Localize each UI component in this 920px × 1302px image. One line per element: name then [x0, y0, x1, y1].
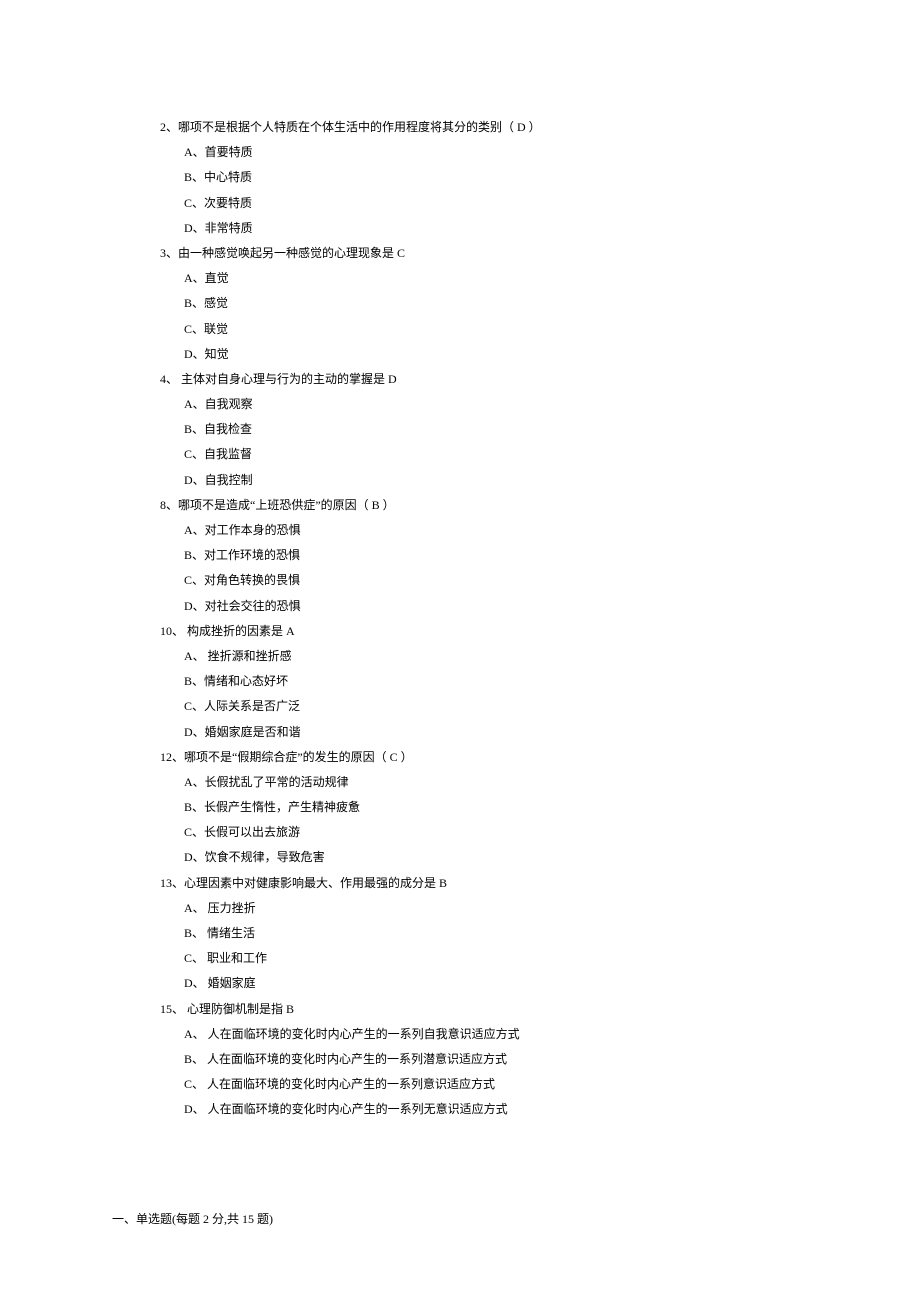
- q-num: 12: [160, 750, 172, 764]
- question-text: 15、 心理防御机制是指 B: [160, 1000, 820, 1019]
- question-10: 10、 构成挫折的因素是 A A、 挫折源和挫折感 B、情绪和心态好坏 C、人际…: [160, 622, 820, 742]
- option: C、对角色转换的畏惧: [160, 571, 820, 590]
- option: B、感觉: [160, 294, 820, 313]
- option: A、 人在面临环境的变化时内心产生的一系列自我意识适应方式: [160, 1025, 820, 1044]
- q-num: 15: [160, 1002, 172, 1016]
- question-text: 4、 主体对自身心理与行为的主动的掌握是 D: [160, 370, 820, 389]
- question-text: 12、哪项不是“假期综合症”的发生的原因（ C ）: [160, 748, 820, 767]
- option: A、 挫折源和挫折感: [160, 647, 820, 666]
- question-4: 4、 主体对自身心理与行为的主动的掌握是 D A、自我观察 B、自我检查 C、自…: [160, 370, 820, 490]
- option: B、自我检查: [160, 420, 820, 439]
- section-header: 一、单选题(每题 2 分,共 15 题): [112, 1210, 820, 1229]
- question-text: 10、 构成挫折的因素是 A: [160, 622, 820, 641]
- q-num: 10: [160, 624, 172, 638]
- q-body: 哪项不是根据个人特质在个体生活中的作用程度将其分的类别（ D ）: [178, 120, 541, 134]
- option: A、 压力挫折: [160, 899, 820, 918]
- question-text: 8、哪项不是造成“上班恐供症”的原因（ B ）: [160, 496, 820, 515]
- q-body: 由一种感觉唤起另一种感觉的心理现象是 C: [178, 246, 405, 260]
- option: B、 情绪生活: [160, 924, 820, 943]
- q-body: 构成挫折的因素是 A: [184, 624, 295, 638]
- option: C、长假可以出去旅游: [160, 823, 820, 842]
- question-text: 2、哪项不是根据个人特质在个体生活中的作用程度将其分的类别（ D ）: [160, 118, 820, 137]
- q-num: 13: [160, 876, 172, 890]
- q-num: 4: [160, 372, 166, 386]
- question-13: 13、心理因素中对健康影响最大、作用最强的成分是 B A、 压力挫折 B、 情绪…: [160, 874, 820, 994]
- option: B、情绪和心态好坏: [160, 672, 820, 691]
- option: D、 人在面临环境的变化时内心产生的一系列无意识适应方式: [160, 1100, 820, 1119]
- option: B、对工作环境的恐惧: [160, 546, 820, 565]
- option: D、婚姻家庭是否和谐: [160, 723, 820, 742]
- question-text: 13、心理因素中对健康影响最大、作用最强的成分是 B: [160, 874, 820, 893]
- question-12: 12、哪项不是“假期综合症”的发生的原因（ C ） A、长假扰乱了平常的活动规律…: [160, 748, 820, 868]
- option: D、自我控制: [160, 471, 820, 490]
- option: A、对工作本身的恐惧: [160, 521, 820, 540]
- question-8: 8、哪项不是造成“上班恐供症”的原因（ B ） A、对工作本身的恐惧 B、对工作…: [160, 496, 820, 616]
- option: C、人际关系是否广泛: [160, 697, 820, 716]
- option: A、直觉: [160, 269, 820, 288]
- option: D、 婚姻家庭: [160, 974, 820, 993]
- q-body: 心理因素中对健康影响最大、作用最强的成分是 B: [184, 876, 447, 890]
- option: C、次要特质: [160, 194, 820, 213]
- option: D、知觉: [160, 345, 820, 364]
- q-num: 8: [160, 498, 166, 512]
- option: C、联觉: [160, 320, 820, 339]
- option: D、饮食不规律，导致危害: [160, 848, 820, 867]
- option: C、自我监督: [160, 445, 820, 464]
- option: C、 人在面临环境的变化时内心产生的一系列意识适应方式: [160, 1075, 820, 1094]
- option: A、长假扰乱了平常的活动规律: [160, 773, 820, 792]
- document-content: 2、哪项不是根据个人特质在个体生活中的作用程度将其分的类别（ D ） A、首要特…: [160, 118, 820, 1229]
- q-num: 3: [160, 246, 166, 260]
- option: B、 人在面临环境的变化时内心产生的一系列潜意识适应方式: [160, 1050, 820, 1069]
- q-body: 主体对自身心理与行为的主动的掌握是 D: [178, 372, 397, 386]
- q-body: 哪项不是“假期综合症”的发生的原因（ C ）: [184, 750, 413, 764]
- q-num: 2: [160, 120, 166, 134]
- question-text: 3、由一种感觉唤起另一种感觉的心理现象是 C: [160, 244, 820, 263]
- option: D、对社会交往的恐惧: [160, 597, 820, 616]
- option: B、中心特质: [160, 168, 820, 187]
- q-body: 心理防御机制是指 B: [184, 1002, 294, 1016]
- option: A、首要特质: [160, 143, 820, 162]
- option: C、 职业和工作: [160, 949, 820, 968]
- question-15: 15、 心理防御机制是指 B A、 人在面临环境的变化时内心产生的一系列自我意识…: [160, 1000, 820, 1120]
- option: B、长假产生惰性，产生精神疲惫: [160, 798, 820, 817]
- q-body: 哪项不是造成“上班恐供症”的原因（ B ）: [178, 498, 395, 512]
- option: A、自我观察: [160, 395, 820, 414]
- question-3: 3、由一种感觉唤起另一种感觉的心理现象是 C A、直觉 B、感觉 C、联觉 D、…: [160, 244, 820, 364]
- question-2: 2、哪项不是根据个人特质在个体生活中的作用程度将其分的类别（ D ） A、首要特…: [160, 118, 820, 238]
- option: D、非常特质: [160, 219, 820, 238]
